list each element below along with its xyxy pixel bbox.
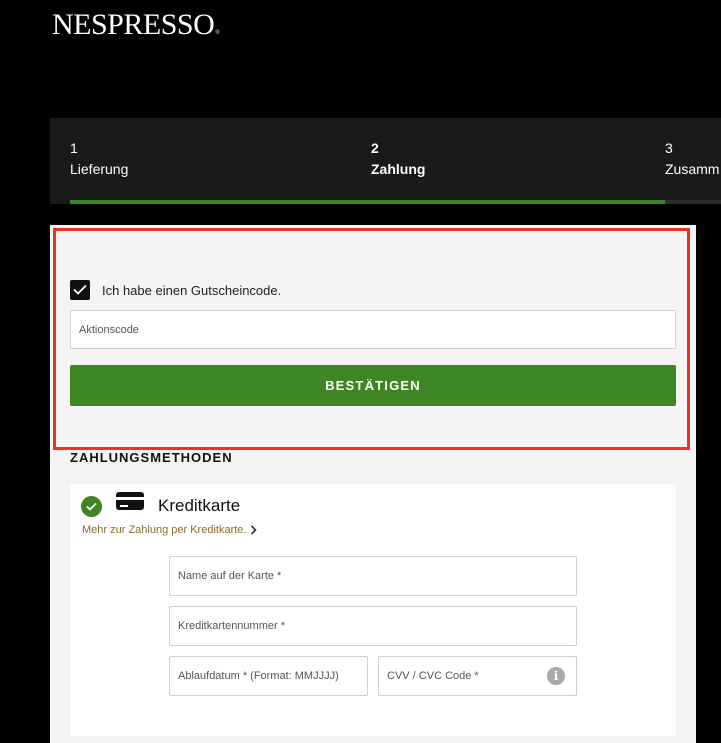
step-label: Zahlung — [371, 161, 426, 177]
step-progress-track — [665, 200, 721, 204]
step-label: Lieferung — [70, 161, 129, 177]
chevron-right-icon — [251, 525, 258, 535]
check-icon — [73, 284, 87, 295]
promo-code-input[interactable]: Aktionscode — [70, 310, 676, 349]
step-number: 1 — [70, 140, 78, 156]
nespresso-logo[interactable]: NESPRESSO® — [52, 8, 220, 42]
payment-methods-title: ZAHLUNGSMETHODEN — [70, 450, 233, 465]
check-icon — [86, 502, 97, 511]
card-number-input[interactable]: Kreditkartennummer * — [169, 606, 577, 646]
credit-card-icon — [116, 492, 144, 510]
checkout-steps: 1 Lieferung 2 Zahlung 3 Zusamm — [50, 118, 721, 204]
credit-card-info-link[interactable]: Mehr zur Zahlung per Kreditkarte. — [82, 524, 258, 536]
step-zusammenfassung[interactable]: 3 Zusamm — [665, 138, 719, 180]
selected-check-icon[interactable] — [81, 496, 102, 517]
voucher-checkbox[interactable] — [70, 280, 90, 300]
step-lieferung[interactable]: 1 Lieferung — [70, 138, 128, 180]
step-number: 2 — [371, 140, 379, 156]
card-name-input[interactable]: Name auf der Karte * — [169, 556, 577, 596]
voucher-checkbox-label: Ich habe einen Gutscheincode. — [102, 283, 282, 298]
card-expiry-input[interactable]: Ablaufdatum * (Format: MMJJJJ) — [169, 656, 368, 696]
credit-card-title: Kreditkarte — [158, 496, 241, 515]
step-label: Zusamm — [665, 161, 720, 177]
info-icon[interactable]: i — [547, 667, 565, 685]
step-progress-bar — [70, 200, 665, 204]
confirm-button[interactable]: BESTÄTIGEN — [70, 365, 676, 406]
step-number: 3 — [665, 140, 673, 156]
step-zahlung[interactable]: 2 Zahlung — [371, 138, 425, 180]
